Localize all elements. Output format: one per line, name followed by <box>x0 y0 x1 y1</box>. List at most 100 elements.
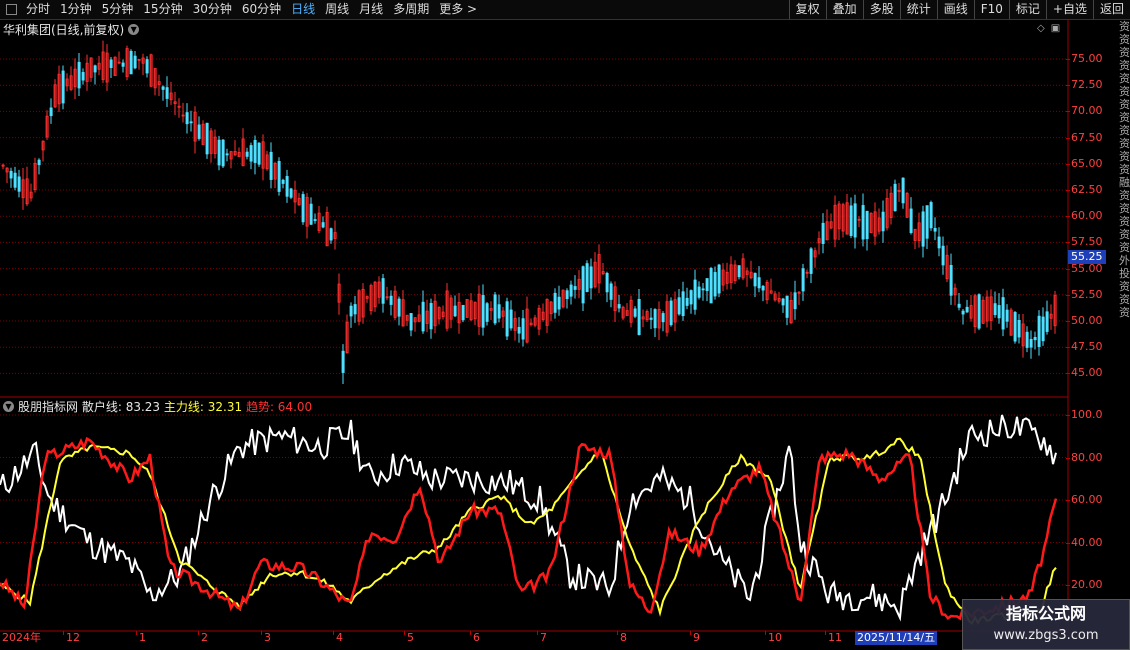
candle-body <box>461 304 465 321</box>
candle-body <box>565 290 569 300</box>
indicator-title[interactable]: ▼ 股朋指标网 散户线: 83.23 主力线: 32.31 趋势: 64.00 <box>3 398 312 415</box>
candle-body <box>1013 312 1017 342</box>
indicator-tick-label: 20.00 <box>1066 578 1103 591</box>
candle-body <box>309 203 313 225</box>
date-axis-label: 2 <box>198 631 208 644</box>
candle-body <box>957 303 961 308</box>
indicator-tick-label: 60.00 <box>1066 493 1103 506</box>
candle-body <box>709 268 713 304</box>
retail-line <box>0 414 1057 622</box>
candle-body <box>921 211 925 247</box>
candle-body <box>221 139 225 167</box>
candle-body <box>585 263 589 292</box>
watermark: 指标公式网 www.zbgs3.com <box>962 599 1130 650</box>
candle-body <box>809 248 813 274</box>
panel-icons: ◇ ▣ <box>1037 23 1060 34</box>
candle-body <box>13 172 17 188</box>
price-tick-label: 55.00 <box>1066 261 1103 275</box>
candle-body <box>341 350 345 373</box>
price-tick-label: 57.50 <box>1066 235 1103 249</box>
window-icon[interactable]: ▣ <box>1051 23 1060 34</box>
candle-body <box>705 278 709 292</box>
candle-body <box>485 303 489 322</box>
candle-body <box>1017 320 1021 338</box>
candle-body <box>253 139 257 163</box>
candle-body <box>397 298 401 317</box>
diamond-icon[interactable]: ◇ <box>1037 23 1045 34</box>
candle-body <box>129 50 133 75</box>
trend-line-value: 趋势: 64.00 <box>245 400 313 414</box>
candle-body <box>61 70 65 104</box>
chart-canvas[interactable] <box>0 0 1130 650</box>
candle-body <box>9 170 13 179</box>
candle-body <box>1001 297 1005 330</box>
candle-body <box>1041 316 1045 342</box>
date-cursor-label: 2025/11/14/五 <box>855 631 938 645</box>
candle-body <box>965 306 969 313</box>
candle-body <box>349 305 353 317</box>
candle-body <box>205 122 209 155</box>
candle-body <box>849 205 853 236</box>
candle-body <box>189 121 193 124</box>
candle-body <box>865 210 869 240</box>
candle-body <box>197 124 201 139</box>
candle-body <box>1033 337 1037 341</box>
date-axis-label: 5 <box>404 631 414 644</box>
candle-body <box>37 159 41 166</box>
candle-body <box>801 268 805 292</box>
candle-body <box>781 298 785 306</box>
candle-body <box>717 264 721 294</box>
candle-body <box>329 228 333 241</box>
candle-body <box>301 194 305 223</box>
date-axis-label: 6 <box>470 631 480 644</box>
main-line <box>0 437 1057 626</box>
candle-body <box>493 294 497 324</box>
candle-body <box>949 265 953 296</box>
date-axis-label: 3 <box>261 631 271 644</box>
candle-body <box>77 61 81 89</box>
candle-body <box>109 59 113 68</box>
date-axis-label: 9 <box>690 631 700 644</box>
candle-body <box>977 294 981 329</box>
candle-body <box>1029 338 1033 348</box>
candle-body <box>553 292 557 313</box>
candle-body <box>481 295 485 328</box>
candle-body <box>121 62 125 67</box>
candle-body <box>993 303 997 316</box>
stock-title[interactable]: 华利集团(日线,前复权) ▼ <box>3 21 140 38</box>
candle-body <box>281 179 285 184</box>
candle-body <box>161 86 165 90</box>
price-tick-label: 60.00 <box>1066 209 1103 223</box>
candle-body <box>313 219 317 221</box>
candle-body <box>389 295 393 305</box>
date-axis-label: 1 <box>136 631 146 644</box>
candle-body <box>685 297 689 306</box>
indicator-name: 股朋指标网 <box>18 400 79 414</box>
candle-body <box>689 290 693 305</box>
chevron-down-icon[interactable]: ▼ <box>128 24 140 35</box>
price-tick-label: 52.50 <box>1066 287 1103 301</box>
main-line-value: 主力线: 32.31 <box>163 400 243 414</box>
chevron-down-icon[interactable]: ▼ <box>3 401 14 412</box>
candle-body <box>617 304 621 309</box>
candle-body <box>277 161 281 192</box>
candle-body <box>853 203 857 238</box>
candle-body <box>93 65 97 73</box>
side-info-strip[interactable]: 资资资资资资资资资资资资融资资资资资外投资资资 <box>1119 20 1130 635</box>
candle-body <box>761 285 765 291</box>
price-tick-label: 47.50 <box>1066 340 1103 354</box>
candle-body <box>785 295 789 318</box>
candle-body <box>1005 309 1009 322</box>
price-tick-label: 72.50 <box>1066 78 1103 92</box>
candle-body <box>753 272 757 287</box>
candle-body <box>941 245 945 266</box>
candle-body <box>81 72 85 81</box>
candle-body <box>697 286 701 298</box>
candle-body <box>701 288 705 291</box>
candle-body <box>185 112 189 125</box>
candle-body <box>933 227 937 232</box>
candle-body <box>893 183 897 212</box>
candle-body <box>257 142 261 165</box>
candle-body <box>737 265 741 278</box>
candle-body <box>669 300 673 326</box>
